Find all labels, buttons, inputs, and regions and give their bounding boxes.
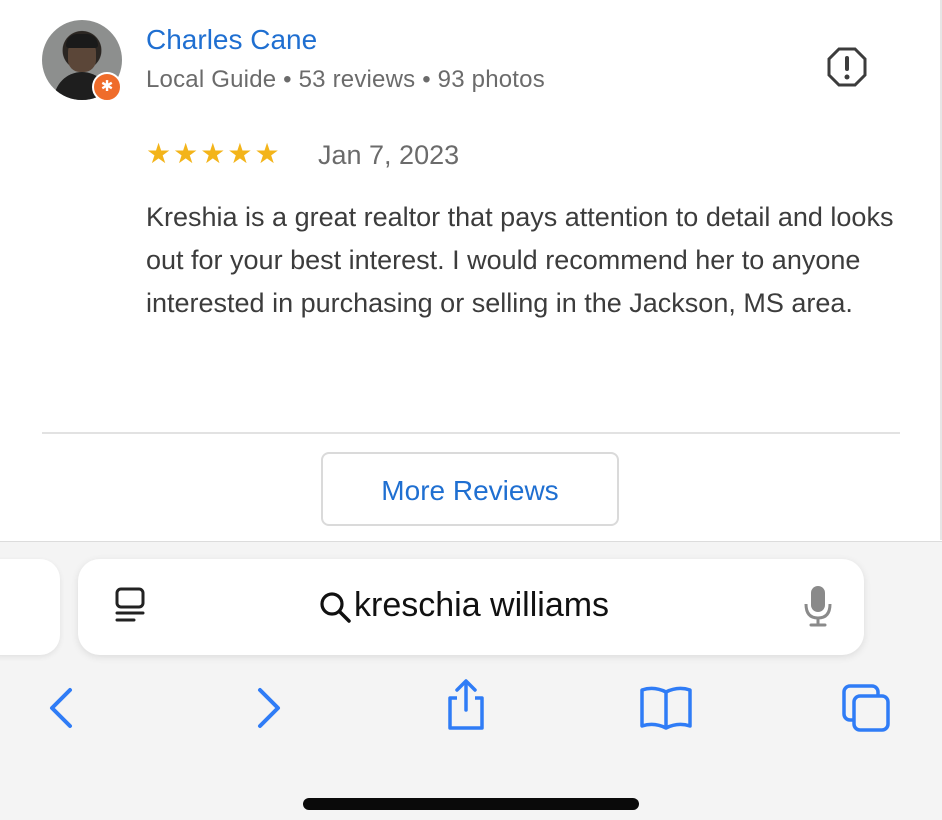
star-icon: ★ xyxy=(254,138,280,169)
tabs-icon[interactable] xyxy=(838,680,894,736)
page-menu-icon[interactable] xyxy=(112,586,148,626)
previous-tab-card[interactable] xyxy=(0,559,60,655)
star-icon: ★ xyxy=(200,138,226,169)
search-icon xyxy=(320,592,351,623)
star-icon: ★ xyxy=(227,138,253,169)
home-indicator xyxy=(303,798,639,810)
more-reviews-button[interactable]: More Reviews xyxy=(321,452,619,526)
rating-stars: ★ ★ ★ ★ ★ xyxy=(146,140,280,168)
avatar-cap xyxy=(66,34,98,48)
local-guide-badge-icon: ✱ xyxy=(92,72,122,102)
review-date: Jan 7, 2023 xyxy=(318,140,460,170)
address-bar-text[interactable]: kreschia williams xyxy=(354,586,609,625)
review-text: Kreshia is a great realtor that pays att… xyxy=(146,202,894,318)
back-icon[interactable] xyxy=(34,680,90,736)
divider xyxy=(42,432,900,434)
forward-icon[interactable] xyxy=(240,680,296,736)
reviewer-name[interactable]: Charles Cane xyxy=(146,24,317,56)
bookmarks-icon[interactable] xyxy=(638,680,694,736)
report-icon[interactable] xyxy=(826,46,868,88)
star-icon: ★ xyxy=(173,138,199,169)
reviewer-meta: Local Guide • 53 reviews • 93 photos xyxy=(146,66,545,93)
microphone-icon[interactable] xyxy=(802,584,834,628)
share-icon[interactable] xyxy=(438,676,494,732)
star-icon: ★ xyxy=(146,138,172,169)
